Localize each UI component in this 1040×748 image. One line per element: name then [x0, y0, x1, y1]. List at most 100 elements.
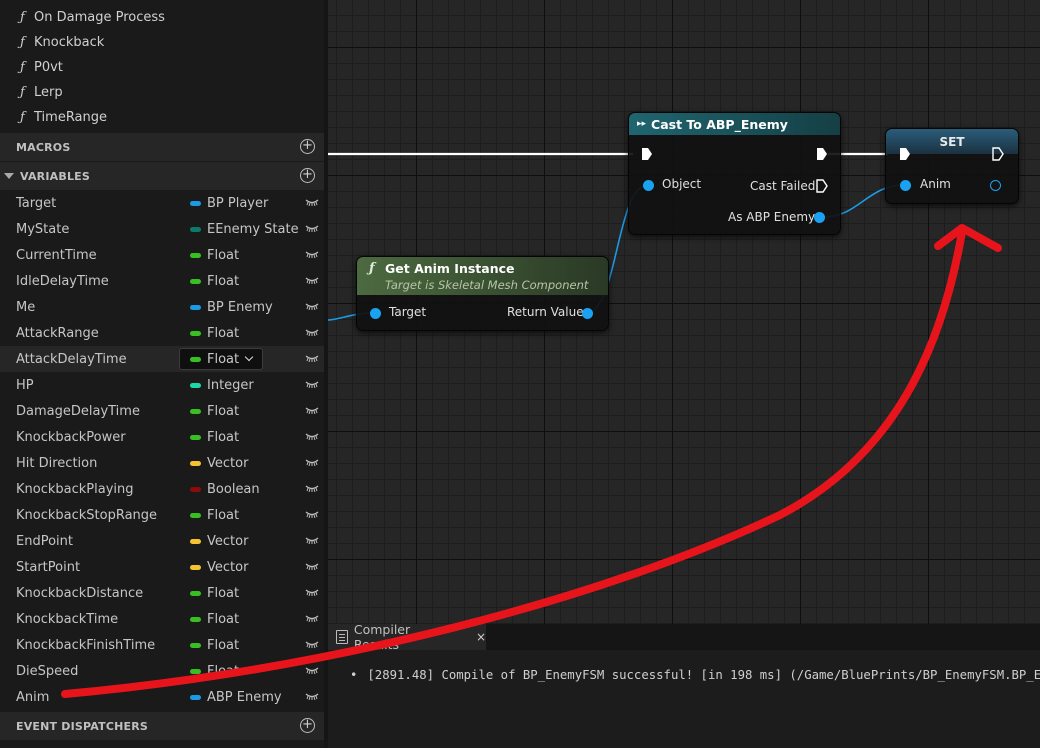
variable-item[interactable]: KnockbackDistance Float	[0, 580, 324, 606]
event-dispatchers-section-header[interactable]: EVENT DISPATCHERS +	[0, 712, 324, 740]
my-blueprint-panel: ƒ On Damage Process ƒ Knockback ƒ P0vt ƒ Lerp ƒ T…	[0, 0, 324, 748]
variable-item[interactable]: AttackDelayTime Float	[0, 346, 324, 372]
variable-item[interactable]: MyState EEnemy State	[0, 216, 324, 242]
visibility-eye-icon[interactable]	[305, 380, 319, 388]
variable-item[interactable]: Me BP Enemy	[0, 294, 324, 320]
variable-item[interactable]: KnockbackStopRange Float	[0, 502, 324, 528]
cast-exec-icon: ▸▸	[637, 119, 647, 129]
type-pill-icon	[190, 642, 201, 648]
set-node[interactable]: SET Anim	[885, 128, 1019, 204]
function-item[interactable]: ƒ On Damage Process	[0, 5, 324, 30]
variable-type: Float	[190, 638, 239, 653]
cast-failed-label: Cast Failed	[750, 179, 816, 193]
get-anim-node-header[interactable]: ƒ Get Anim Instance Target is Skeletal M…	[357, 257, 608, 295]
type-pill-icon	[190, 252, 201, 258]
visibility-eye-icon[interactable]	[305, 588, 319, 596]
as-abp-enemy-pin[interactable]	[814, 212, 825, 223]
visibility-eye-icon[interactable]	[305, 198, 319, 206]
cast-exec-out-pin[interactable]	[816, 147, 828, 161]
cast-failed-pin[interactable]	[816, 179, 828, 193]
visibility-eye-icon[interactable]	[305, 536, 319, 544]
variable-item[interactable]: IdleDelayTime Float	[0, 268, 324, 294]
visibility-eye-icon[interactable]	[305, 692, 319, 700]
macros-section-header[interactable]: MACROS +	[0, 133, 324, 161]
variable-type-label: Float	[207, 325, 240, 341]
visibility-eye-icon[interactable]	[305, 458, 319, 466]
add-macro-icon[interactable]: +	[300, 139, 315, 154]
cast-exec-in-pin[interactable]	[641, 147, 653, 161]
variable-item[interactable]: Target BP Player	[0, 190, 324, 216]
type-pill-icon	[190, 434, 201, 440]
visibility-eye-icon[interactable]	[305, 276, 319, 284]
visibility-eye-icon[interactable]	[305, 302, 319, 310]
variable-item[interactable]: StartPoint Vector	[0, 554, 324, 580]
type-pill-icon	[190, 304, 201, 310]
function-icon: ƒ	[20, 10, 25, 25]
variable-name: Hit Direction	[16, 455, 98, 471]
set-anim-in-pin[interactable]	[900, 180, 911, 191]
visibility-eye-icon[interactable]	[305, 224, 319, 232]
variable-type: ABP Enemy	[190, 690, 282, 705]
variables-section-header[interactable]: VARIABLES +	[0, 162, 324, 190]
event-dispatchers-section-label: EVENT DISPATCHERS	[16, 719, 149, 733]
visibility-eye-icon[interactable]	[305, 614, 319, 622]
variable-item[interactable]: KnockbackPlaying Boolean	[0, 476, 324, 502]
visibility-eye-icon[interactable]	[305, 354, 319, 362]
cast-node[interactable]: ▸▸ Cast To ABP_Enemy Object Cast Failed …	[628, 112, 841, 235]
visibility-eye-icon[interactable]	[305, 640, 319, 648]
function-item[interactable]: ƒ Knockback	[0, 30, 324, 55]
variable-item[interactable]: DieSpeed Float	[0, 658, 324, 684]
function-item[interactable]: ƒ P0vt	[0, 55, 324, 80]
type-pill-icon	[190, 538, 201, 544]
variable-item[interactable]: Hit Direction Vector	[0, 450, 324, 476]
visibility-eye-icon[interactable]	[305, 406, 319, 414]
get-anim-target-pin[interactable]	[370, 308, 381, 319]
variable-item[interactable]: KnockbackPower Float	[0, 424, 324, 450]
cast-node-header[interactable]: ▸▸ Cast To ABP_Enemy	[629, 113, 840, 135]
get-anim-instance-node[interactable]: ƒ Get Anim Instance Target is Skeletal M…	[356, 256, 609, 331]
visibility-eye-icon[interactable]	[305, 562, 319, 570]
variable-name: AttackDelayTime	[16, 351, 127, 367]
set-exec-out-pin[interactable]	[992, 147, 1004, 161]
variable-type: Float	[190, 508, 239, 523]
visibility-eye-icon[interactable]	[305, 328, 319, 336]
visibility-eye-icon[interactable]	[305, 666, 319, 674]
add-variable-icon[interactable]: +	[300, 168, 315, 183]
function-item[interactable]: ƒ TimeRange	[0, 105, 324, 130]
variable-type-label: ABP Enemy	[207, 689, 282, 705]
visibility-eye-icon[interactable]	[305, 484, 319, 492]
return-value-pin[interactable]	[582, 308, 593, 319]
collapse-caret-icon[interactable]	[4, 173, 14, 179]
cast-object-pin[interactable]	[643, 180, 654, 191]
variable-name: Me	[16, 299, 36, 315]
function-item-label: Knockback	[34, 35, 105, 50]
function-icon: ƒ	[20, 110, 25, 125]
variable-item[interactable]: DamageDelayTime Float	[0, 398, 324, 424]
visibility-eye-icon[interactable]	[305, 510, 319, 518]
function-item-label: TimeRange	[34, 110, 108, 125]
set-exec-in-pin[interactable]	[899, 147, 911, 161]
variable-item[interactable]: EndPoint Vector	[0, 528, 324, 554]
set-anim-out-pin[interactable]	[990, 180, 1001, 191]
add-event-dispatcher-icon[interactable]: +	[300, 718, 315, 733]
variable-item[interactable]: AttackRange Float	[0, 320, 324, 346]
variable-type: Vector	[190, 534, 248, 549]
variable-name: DieSpeed	[16, 663, 79, 679]
visibility-eye-icon[interactable]	[305, 432, 319, 440]
function-item-label: On Damage Process	[34, 10, 165, 25]
close-icon[interactable]: ×	[476, 630, 486, 644]
variable-type-label: Float	[207, 351, 240, 367]
variable-item[interactable]: CurrentTime Float	[0, 242, 324, 268]
variable-type-dropdown[interactable]: Float	[179, 348, 263, 370]
variable-item[interactable]: KnockbackTime Float	[0, 606, 324, 632]
variable-item[interactable]: Anim ABP Enemy	[0, 684, 324, 710]
compiler-results-tab[interactable]: Compiler Results ×	[328, 622, 486, 652]
type-pill-icon	[190, 356, 201, 362]
variable-type: Vector	[190, 560, 248, 575]
variable-type-label: Integer	[207, 377, 254, 393]
variable-item[interactable]: KnockbackFinishTime Float	[0, 632, 324, 658]
visibility-eye-icon[interactable]	[305, 250, 319, 258]
function-item[interactable]: ƒ Lerp	[0, 80, 324, 105]
blueprint-graph[interactable]: ▸▸ Cast To ABP_Enemy Object Cast Failed …	[328, 0, 1040, 628]
variable-item[interactable]: HP Integer	[0, 372, 324, 398]
